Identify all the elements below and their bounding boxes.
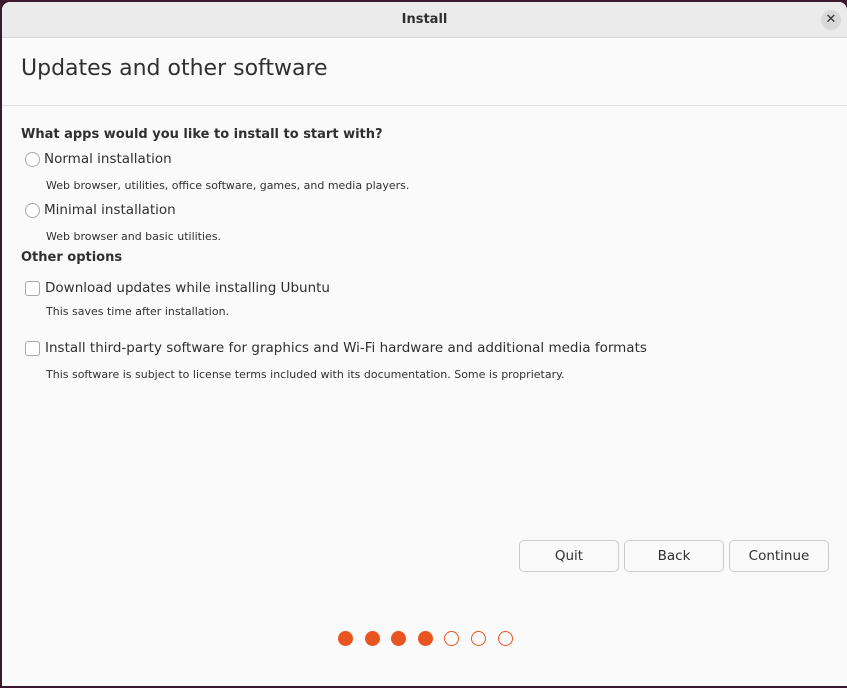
option-label: Minimal installation [44, 202, 176, 218]
title-bar: Install ✕ [2, 2, 847, 38]
third-party-software-checkbox[interactable]: Install third-party software for graphic… [25, 340, 647, 356]
page-title: Updates and other software [21, 56, 328, 81]
radio-button[interactable] [25, 202, 40, 218]
header-divider [2, 105, 847, 106]
quit-button[interactable]: Quit [519, 540, 619, 572]
installer-window: Install ✕ Updates and other software Wha… [2, 2, 847, 686]
checkbox[interactable] [25, 280, 40, 296]
normal-installation-radio[interactable]: Normal installation [25, 151, 172, 167]
apps-section-heading: What apps would you like to install to s… [21, 127, 383, 142]
progress-dot-complete [391, 631, 407, 646]
option-label: Normal installation [44, 151, 172, 167]
continue-button[interactable]: Continue [729, 540, 829, 572]
radio-button[interactable] [25, 151, 40, 167]
option-description: This software is subject to license term… [46, 368, 565, 381]
back-button[interactable]: Back [624, 540, 724, 572]
option-label: Download updates while installing Ubuntu [45, 280, 330, 296]
download-updates-checkbox[interactable]: Download updates while installing Ubuntu [25, 280, 330, 296]
progress-dot-complete [364, 631, 380, 646]
progress-indicator [338, 631, 524, 646]
minimal-installation-radio[interactable]: Minimal installation [25, 202, 176, 218]
progress-dot-pending [497, 631, 513, 646]
progress-dot-complete [338, 631, 353, 646]
close-button[interactable]: ✕ [821, 10, 841, 30]
option-description: Web browser and basic utilities. [46, 230, 222, 243]
option-description: Web browser, utilities, office software,… [46, 179, 410, 192]
checkbox[interactable] [25, 340, 40, 356]
progress-dot-pending [470, 631, 486, 646]
option-description: This saves time after installation. [46, 305, 230, 318]
window-title: Install [401, 12, 448, 27]
close-icon: ✕ [825, 12, 837, 27]
progress-dot-complete [417, 631, 433, 646]
option-label: Install third-party software for graphic… [45, 340, 647, 356]
progress-dot-pending [444, 631, 460, 646]
other-options-heading: Other options [21, 250, 123, 265]
